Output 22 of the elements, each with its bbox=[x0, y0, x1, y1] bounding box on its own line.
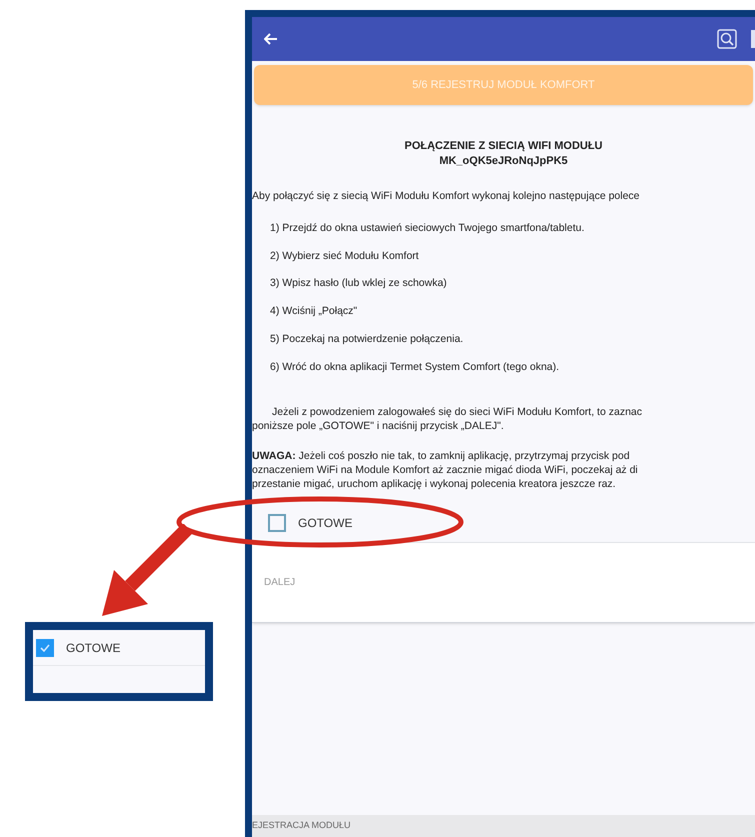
step-text: 6) Wróć do okna aplikacji Termet System Comfort (tego okna). bbox=[270, 360, 560, 374]
step-text: 5) Poczekaj na potwierdzenie połączenia. bbox=[270, 332, 464, 347]
next-row[interactable]: DALEJ bbox=[252, 543, 755, 624]
step-text: 3) Wpisz hasło (lub wklej ze schowka) bbox=[270, 276, 448, 292]
step-text: 2) Wybierz sieć Modułu Komfort bbox=[270, 248, 420, 264]
back-arrow-icon[interactable] bbox=[264, 33, 278, 45]
search-icon[interactable] bbox=[717, 29, 737, 49]
next-label[interactable]: DALEJ bbox=[264, 575, 296, 590]
heading-text: MK_oQK5eJRoNqJpPK5 bbox=[439, 154, 568, 169]
checkbox[interactable] bbox=[36, 638, 54, 656]
checkbox-label: GOTOWE bbox=[298, 514, 352, 532]
step-text: 1) Przejdź do okna ustawień sieciowych Twojego smartfona/tabletu. bbox=[270, 220, 586, 236]
status-text: EJESTRACJA MODUŁU bbox=[252, 819, 351, 832]
warning-paragraph: UWAGA: Jeżeli coś poszło nie tak, to zamknij aplikację, przytrzymaj przycisk pod oznaczeniem WiFi na Module Komfort aż zacznie migać dioda WiFi, poczekaj aż di przestanie migać, uruchom aplikację i wykonaj polecenia kreatora jeszcze raz. bbox=[252, 449, 639, 492]
step-text: 4) Wciśnij „Połącz" bbox=[270, 304, 358, 319]
check-icon bbox=[39, 642, 51, 654]
step-banner: 5/6 REJESTRUJ MODUŁ KOMFORT bbox=[254, 65, 753, 105]
checkbox[interactable] bbox=[268, 514, 286, 532]
heading-text: POŁĄCZENIE Z SIECIĄ WIFI MODUŁU bbox=[404, 139, 602, 154]
instruction-text: Aby połączyć się z siecią WiFi Modułu Komfort wykonaj kolejno następujące polece bbox=[252, 189, 641, 204]
checkbox-label: GOTOWE bbox=[66, 640, 120, 656]
info-paragraph: Jeżeli z powodzeniem zalogowałeś się do sieci WiFi Modułu Komfort, to zaznac poniższe pole „GOTOWE" i naciśnij przycisk „DALEJ". bbox=[252, 405, 643, 434]
